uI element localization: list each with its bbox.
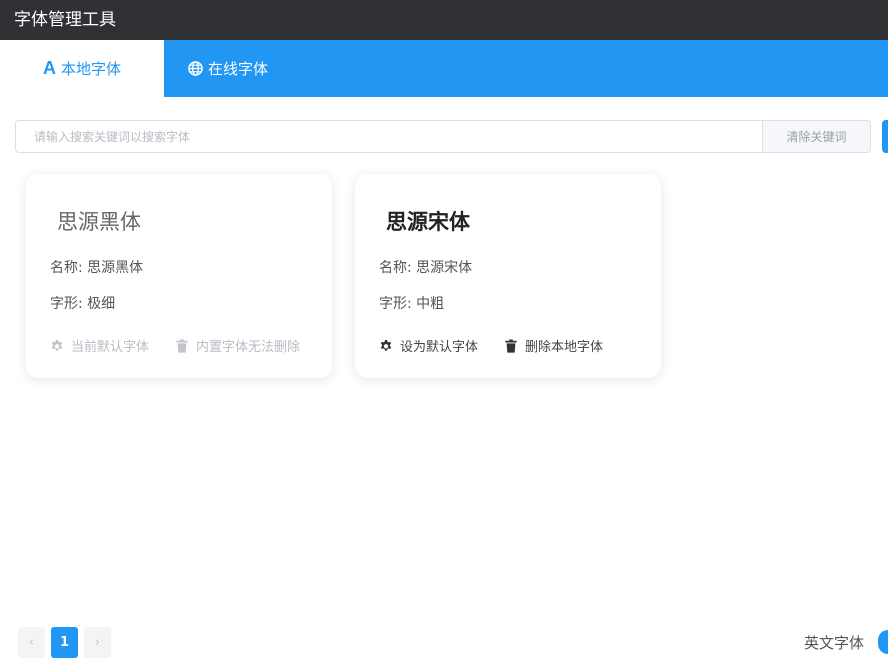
trash-icon <box>175 338 189 353</box>
window-title: 字体管理工具 <box>0 0 888 40</box>
font-weight-value: 中粗 <box>416 296 445 312</box>
font-preview-name: 思源黑体 <box>57 210 141 234</box>
tab-local-fonts[interactable]: A 本地字体 <box>0 40 164 97</box>
current-default-font-button: 当前默认字体 <box>50 336 149 355</box>
action-label: 当前默认字体 <box>71 340 150 355</box>
english-font-toggle[interactable] <box>878 630 888 654</box>
page-number-current[interactable]: 1 <box>51 627 78 658</box>
tab-online-fonts[interactable]: 在线字体 <box>164 40 292 97</box>
tab-local-fonts-label: 本地字体 <box>60 60 121 78</box>
search-bar: 清除关键词 <box>15 120 888 153</box>
gear-icon <box>50 339 64 353</box>
font-name-value: 思源黑体 <box>87 260 144 276</box>
font-weight-row: 字形: 极细 <box>50 293 115 313</box>
font-actions: 当前默认字体 内置字体无法删除 <box>50 336 300 355</box>
set-default-font-button[interactable]: 设为默认字体 <box>379 336 478 355</box>
font-card: 思源黑体 名称: 思源黑体 字形: 极细 当前默认字体 内置字体无法删除 <box>26 174 332 378</box>
search-button[interactable] <box>882 120 888 153</box>
font-name-value: 思源宋体 <box>416 260 473 276</box>
font-weight-row: 字形: 中粗 <box>379 293 444 313</box>
font-weight-value: 极细 <box>87 296 116 312</box>
next-page-button[interactable]: › <box>84 627 111 658</box>
cannot-delete-builtin-button: 内置字体无法删除 <box>175 336 300 355</box>
tab-online-fonts-label: 在线字体 <box>207 60 268 78</box>
font-name-label: 名称: <box>379 260 412 276</box>
letter-a-icon: A <box>42 58 56 78</box>
clear-keyword-button[interactable]: 清除关键词 <box>762 120 871 153</box>
action-label: 设为默认字体 <box>400 340 479 355</box>
action-label: 内置字体无法删除 <box>196 340 301 355</box>
font-card: 思源宋体 名称: 思源宋体 字形: 中粗 设为默认字体 删除本地字体 <box>355 174 661 378</box>
gear-icon <box>379 339 393 353</box>
english-font-label: 英文字体 <box>804 634 865 652</box>
trash-icon <box>504 338 518 353</box>
action-label: 删除本地字体 <box>525 340 604 355</box>
search-input[interactable] <box>15 120 763 153</box>
delete-local-font-button[interactable]: 删除本地字体 <box>504 336 603 355</box>
font-weight-label: 字形: <box>50 296 83 312</box>
font-actions: 设为默认字体 删除本地字体 <box>379 336 603 355</box>
globe-icon <box>188 61 203 76</box>
font-name-row: 名称: 思源宋体 <box>379 257 472 277</box>
tab-bar: A 本地字体 在线字体 <box>0 40 888 97</box>
pagination: ‹ 1 › <box>18 627 117 658</box>
font-name-label: 名称: <box>50 260 83 276</box>
prev-page-button[interactable]: ‹ <box>18 627 45 658</box>
font-preview-name: 思源宋体 <box>386 210 470 234</box>
font-name-row: 名称: 思源黑体 <box>50 257 143 277</box>
font-weight-label: 字形: <box>379 296 412 312</box>
